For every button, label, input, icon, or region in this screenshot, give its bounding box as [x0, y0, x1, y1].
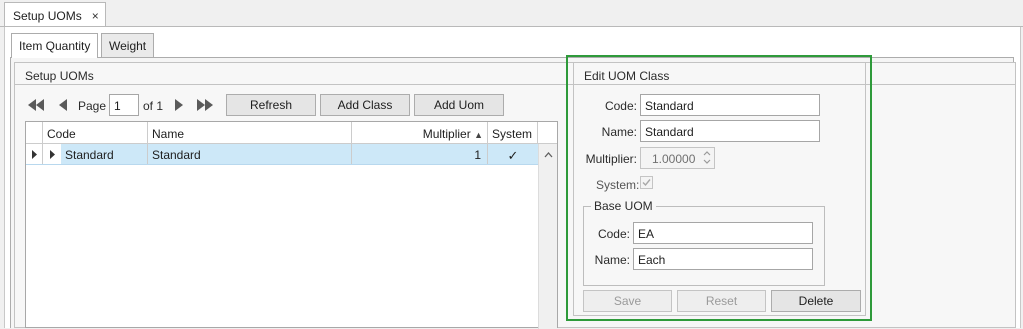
vertical-scrollbar[interactable] — [538, 144, 557, 329]
save-button[interactable]: Save — [583, 290, 672, 312]
base-name-field[interactable]: Each — [633, 248, 813, 270]
base-code-field[interactable]: EA — [633, 222, 813, 244]
scroll-up-glyph — [544, 152, 553, 158]
base-name-label: Name: — [594, 253, 630, 267]
row-indicator-glyph — [31, 149, 37, 159]
base-uom-title: Base UOM — [591, 199, 656, 213]
cell-name: Standard — [148, 144, 352, 164]
spinner-glyph — [703, 151, 711, 164]
multiplier-value: 1.00000 — [652, 152, 696, 166]
base-code-label: Code: — [597, 227, 630, 241]
close-icon[interactable]: × — [92, 9, 99, 23]
page-label: Page — [78, 99, 107, 113]
tab-item-quantity[interactable]: Item Quantity — [11, 33, 99, 58]
name-label: Name: — [601, 125, 637, 139]
column-header-multiplier-label: Multiplier — [422, 127, 471, 141]
multiplier-stepper[interactable]: 1.00000 — [640, 147, 715, 169]
row-indicator-icon — [26, 144, 43, 164]
last-page-glyph — [197, 99, 213, 111]
reset-button[interactable]: Reset — [677, 290, 766, 312]
checkmark-icon — [642, 179, 651, 187]
previous-page-glyph — [59, 99, 67, 111]
expand-row-icon[interactable] — [43, 144, 61, 164]
class-code-field[interactable]: Standard — [640, 94, 820, 116]
spinner-icon[interactable] — [703, 150, 711, 168]
next-page-icon[interactable] — [168, 94, 190, 116]
uom-grid[interactable]: Code Name Multiplier ▲ System Standard S… — [25, 121, 558, 329]
cell-multiplier: 1 — [352, 144, 488, 164]
table-row[interactable]: Standard Standard 1 ✓ — [26, 144, 538, 165]
grid-header: Code Name Multiplier ▲ System — [26, 122, 557, 144]
cell-code: Standard — [61, 144, 148, 164]
page-number-input[interactable]: 1 — [109, 94, 139, 116]
edit-uom-class-title: Edit UOM Class — [574, 63, 865, 85]
system-label: System: — [596, 178, 640, 192]
first-page-glyph — [28, 99, 44, 111]
column-header-code[interactable]: Code — [43, 122, 148, 144]
sort-ascending-icon: ▲ — [474, 130, 483, 140]
add-class-button[interactable]: Add Class — [320, 94, 410, 116]
grid-header-indicator — [26, 122, 43, 144]
class-name-field[interactable]: Standard — [640, 120, 820, 142]
document-tab-title: Setup UOMs — [13, 9, 82, 23]
code-label: Code: — [604, 99, 637, 113]
cell-system-checkmark: ✓ — [507, 148, 519, 163]
expand-row-glyph — [49, 149, 55, 159]
tab-weight[interactable]: Weight — [101, 33, 155, 57]
column-header-system[interactable]: System — [488, 122, 538, 144]
system-checkbox[interactable] — [640, 176, 653, 189]
refresh-button[interactable]: Refresh — [226, 94, 316, 116]
delete-button[interactable]: Delete — [771, 290, 861, 312]
base-uom-group — [583, 206, 825, 286]
page-count-label: of 1 — [143, 99, 164, 113]
previous-page-icon[interactable] — [52, 94, 74, 116]
column-header-name[interactable]: Name — [148, 122, 352, 144]
last-page-icon[interactable] — [194, 94, 216, 116]
first-page-icon[interactable] — [25, 94, 47, 116]
multiplier-label: Multiplier: — [585, 152, 637, 166]
scroll-up-icon[interactable] — [539, 144, 557, 161]
document-tab-setup-uoms[interactable]: Setup UOMs × — [4, 2, 106, 27]
add-uom-button[interactable]: Add Uom — [414, 94, 504, 116]
column-header-multiplier[interactable]: Multiplier ▲ — [352, 122, 488, 144]
next-page-glyph — [175, 99, 183, 111]
